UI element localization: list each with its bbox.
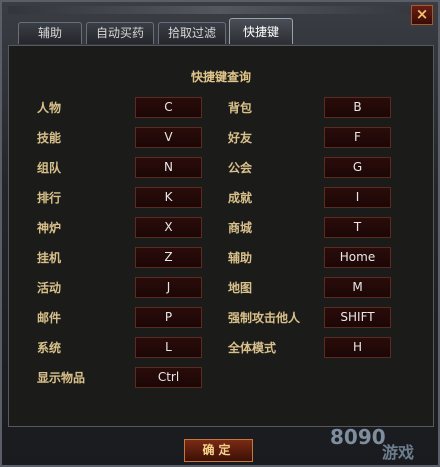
shortcut-label-left-6: 活动: [37, 281, 62, 295]
shortcut-label-right-0: 背包: [228, 101, 253, 115]
shortcut-key-left-4[interactable]: X: [135, 217, 202, 238]
shortcut-label-left-7: 邮件: [37, 311, 62, 325]
confirm-button[interactable]: 确定: [184, 439, 253, 462]
shortcut-label-left-0: 人物: [37, 101, 62, 115]
shortcut-key-left-7[interactable]: P: [135, 307, 202, 328]
shortcut-key-left-5[interactable]: Z: [135, 247, 202, 268]
site-watermark-logo: 8090 游戏: [330, 425, 414, 462]
shortcut-key-left-2[interactable]: N: [135, 157, 202, 178]
shortcut-key-right-1[interactable]: F: [324, 127, 391, 148]
shortcut-key-right-7[interactable]: SHIFT: [324, 307, 391, 328]
shortcut-label-right-8: 全体模式: [228, 341, 277, 355]
shortcut-key-left-8[interactable]: L: [135, 337, 202, 358]
tab-pickup-filter[interactable]: 拾取过滤: [158, 22, 226, 44]
shortcut-key-left-3[interactable]: K: [135, 187, 202, 208]
shortcut-label-right-1: 好友: [228, 131, 253, 145]
watermark-sub: 游戏: [382, 443, 414, 462]
panel-title: 快捷键查询: [190, 70, 251, 84]
shortcut-key-left-9[interactable]: Ctrl: [135, 367, 202, 388]
shortcut-key-right-6[interactable]: M: [324, 277, 391, 298]
tab-shortcuts[interactable]: 快捷键: [229, 18, 293, 44]
shortcut-label-left-5: 挂机: [37, 251, 62, 265]
tab-auto-buy-potion[interactable]: 自动买药: [86, 22, 154, 44]
shortcut-label-right-5: 辅助: [228, 251, 253, 265]
shortcut-label-right-7: 强制攻击他人: [228, 311, 301, 325]
shortcut-key-right-5[interactable]: Home: [324, 247, 391, 268]
shortcut-label-left-1: 技能: [37, 131, 62, 145]
shortcut-key-right-0[interactable]: B: [324, 97, 391, 118]
shortcut-label-left-2: 组队: [37, 161, 62, 175]
shortcut-key-right-8[interactable]: H: [324, 337, 391, 358]
close-button[interactable]: ×: [411, 5, 433, 25]
tab-assist[interactable]: 辅助: [18, 22, 82, 44]
window-top-ornament: [8, 6, 432, 14]
shortcut-label-left-3: 排行: [37, 191, 62, 205]
shortcut-label-right-6: 地图: [228, 281, 253, 295]
shortcut-label-right-3: 成就: [228, 191, 253, 205]
shortcut-key-right-2[interactable]: G: [324, 157, 391, 178]
shortcut-panel: 快捷键查询 人物 C 技能 V 组队 N 排行 K 神炉 X 挂机 Z 活动 J 邮件 P 系统 L 显示物品 Ctr…: [8, 45, 434, 427]
shortcut-label-right-2: 公会: [228, 161, 253, 175]
shortcut-label-left-8: 系统: [37, 341, 62, 355]
shortcut-key-right-3[interactable]: I: [324, 187, 391, 208]
shortcut-key-left-1[interactable]: V: [135, 127, 202, 148]
shortcut-label-right-4: 商城: [228, 221, 253, 235]
settings-window: × 辅助 自动买药 拾取过滤 快捷键 快捷键查询 人物 C 技能 V 组队 N 排行 K 神炉 X…: [0, 0, 440, 467]
shortcut-label-left-4: 神炉: [37, 221, 62, 235]
shortcut-key-right-4[interactable]: T: [324, 217, 391, 238]
shortcut-key-left-6[interactable]: J: [135, 277, 202, 298]
shortcut-label-left-9: 显示物品: [37, 371, 86, 385]
watermark-number: 8090: [330, 425, 386, 449]
shortcut-key-left-0[interactable]: C: [135, 97, 202, 118]
